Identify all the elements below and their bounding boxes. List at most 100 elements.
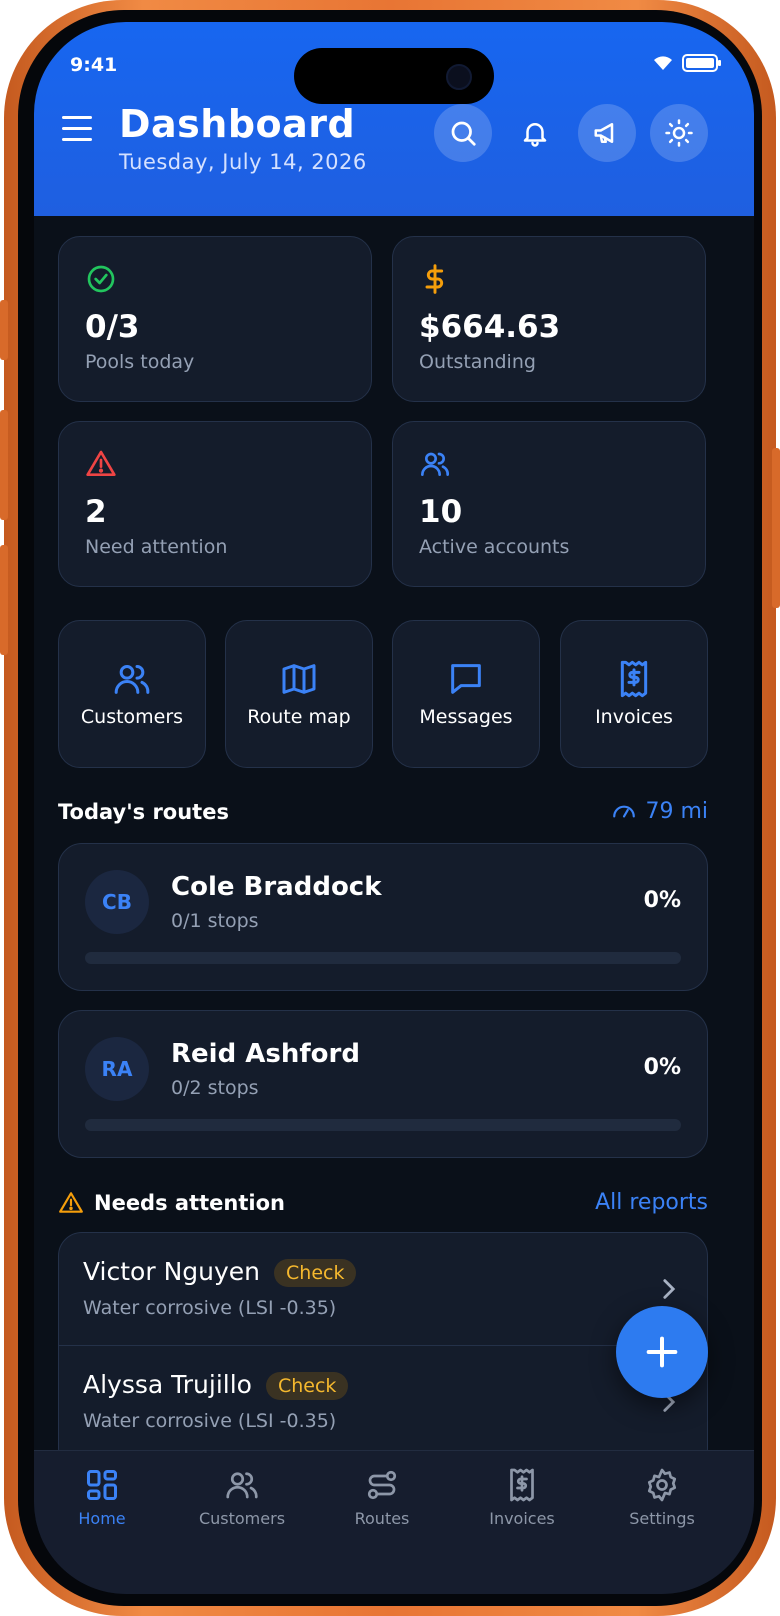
list-item[interactable]: Alyssa Trujillo Check Water corrosive (LS… bbox=[59, 1345, 707, 1457]
alert-triangle-icon bbox=[85, 448, 117, 484]
route-stops: 0/2 stops bbox=[171, 1077, 259, 1099]
stat-value: 0/3 bbox=[85, 309, 140, 345]
status-time: 9:41 bbox=[70, 54, 118, 76]
quick-action-invoices[interactable]: Invoices bbox=[560, 620, 708, 768]
stat-label: Need attention bbox=[85, 536, 228, 558]
route-progress-bar bbox=[85, 1119, 681, 1131]
add-button[interactable] bbox=[616, 1306, 708, 1398]
routes-distance-value: 79 mi bbox=[645, 798, 708, 824]
menu-line bbox=[62, 116, 92, 119]
tab-routes[interactable]: Routes bbox=[312, 1467, 452, 1528]
phone-power-button bbox=[772, 448, 780, 608]
app-header: 9:41 Dashboard Tuesday, July 14, 2026 bbox=[34, 22, 754, 216]
stat-label: Outstanding bbox=[419, 351, 536, 373]
tab-label: Home bbox=[78, 1509, 126, 1528]
stat-label: Active accounts bbox=[419, 536, 570, 558]
map-icon bbox=[282, 664, 316, 694]
users-icon bbox=[114, 665, 150, 694]
megaphone-icon bbox=[594, 123, 614, 143]
alert-triangle-icon bbox=[59, 1192, 83, 1213]
phone-side-button bbox=[0, 545, 8, 655]
routes-section-title: Today's routes bbox=[58, 800, 229, 824]
route-card[interactable]: RA Reid Ashford 0/2 stops 0% bbox=[58, 1010, 708, 1158]
chevron-right-icon bbox=[663, 1279, 676, 1299]
bell-icon bbox=[523, 123, 547, 147]
wifi-icon bbox=[654, 56, 672, 70]
attention-name-row: Alyssa Trujillo Check bbox=[83, 1370, 349, 1400]
all-reports-link[interactable]: All reports bbox=[595, 1190, 708, 1215]
attention-description: Water corrosive (LSI -0.35) bbox=[83, 1297, 337, 1319]
gear-icon bbox=[647, 1468, 677, 1502]
dollar-icon bbox=[419, 263, 451, 299]
users-icon bbox=[419, 448, 451, 484]
quick-action-route-map[interactable]: Route map bbox=[225, 620, 373, 768]
stat-label: Pools today bbox=[85, 351, 195, 373]
sun-icon bbox=[665, 119, 693, 147]
screen: 9:41 Dashboard Tuesday, July 14, 2026 0/… bbox=[34, 22, 754, 1594]
status-icons bbox=[652, 54, 722, 72]
stat-card-active-accounts[interactable]: 10 Active accounts bbox=[392, 421, 706, 587]
quick-action-label: Messages bbox=[419, 706, 513, 728]
menu-button[interactable] bbox=[62, 116, 96, 146]
page-title: Dashboard bbox=[119, 102, 356, 146]
quick-action-messages[interactable]: Messages bbox=[392, 620, 540, 768]
stat-value: $664.63 bbox=[419, 309, 561, 345]
phone-side-button bbox=[0, 300, 8, 360]
search-button[interactable] bbox=[434, 104, 492, 162]
invoice-icon bbox=[620, 660, 648, 698]
announcements-button[interactable] bbox=[578, 104, 636, 162]
route-stops: 0/1 stops bbox=[171, 910, 259, 932]
attention-description: Water corrosive (LSI -0.35) bbox=[83, 1410, 337, 1432]
stat-card-outstanding[interactable]: $664.63 Outstanding bbox=[392, 236, 706, 402]
routes-distance[interactable]: 79 mi bbox=[611, 798, 708, 824]
route-card[interactable]: CB Cole Braddock 0/1 stops 0% bbox=[58, 843, 708, 991]
tab-settings[interactable]: Settings bbox=[592, 1467, 732, 1528]
theme-toggle-button[interactable] bbox=[650, 104, 708, 162]
bottom-tab-bar: Home Customers Routes Invoices Settings bbox=[34, 1450, 754, 1594]
status-badge: Check bbox=[265, 1372, 349, 1400]
route-percent: 0% bbox=[643, 1055, 681, 1080]
plus-icon bbox=[646, 1336, 678, 1368]
attention-section-header: Needs attention bbox=[58, 1190, 285, 1216]
tab-label: Routes bbox=[354, 1509, 410, 1528]
tab-home[interactable]: Home bbox=[34, 1467, 172, 1528]
quick-action-label: Route map bbox=[247, 706, 351, 728]
invoice-icon bbox=[510, 1468, 534, 1502]
route-icon bbox=[367, 1470, 397, 1500]
quick-action-label: Customers bbox=[80, 706, 184, 728]
list-item[interactable]: Victor Nguyen Check Water corrosive (LSI … bbox=[59, 1233, 707, 1345]
route-progress-bar bbox=[85, 952, 681, 964]
grid-icon bbox=[87, 1470, 117, 1500]
quick-action-customers[interactable]: Customers bbox=[58, 620, 206, 768]
phone-side-button bbox=[0, 410, 8, 520]
route-percent: 0% bbox=[643, 888, 681, 913]
attention-section-title: Needs attention bbox=[94, 1191, 285, 1215]
search-icon bbox=[451, 121, 476, 146]
phone-frame: 9:41 Dashboard Tuesday, July 14, 2026 0/… bbox=[0, 0, 780, 1616]
stat-card-need-attention[interactable]: 2 Need attention bbox=[58, 421, 372, 587]
route-driver-name: Reid Ashford bbox=[171, 1039, 360, 1069]
menu-line bbox=[62, 138, 92, 141]
stat-card-pools-today[interactable]: 0/3 Pools today bbox=[58, 236, 372, 402]
page-date: Tuesday, July 14, 2026 bbox=[119, 150, 367, 174]
customer-name: Alyssa Trujillo bbox=[83, 1370, 252, 1399]
stat-value: 2 bbox=[85, 494, 107, 530]
tab-invoices[interactable]: Invoices bbox=[452, 1467, 592, 1528]
notifications-button[interactable] bbox=[506, 104, 564, 162]
tab-label: Invoices bbox=[489, 1509, 555, 1528]
attention-name-row: Victor Nguyen Check bbox=[83, 1257, 357, 1287]
message-icon bbox=[451, 664, 481, 694]
customer-name: Victor Nguyen bbox=[83, 1257, 261, 1286]
tab-label: Settings bbox=[629, 1509, 695, 1528]
tab-customers[interactable]: Customers bbox=[172, 1467, 312, 1528]
stat-value: 10 bbox=[419, 494, 463, 530]
battery-icon bbox=[682, 54, 721, 72]
check-circle-icon bbox=[85, 263, 117, 299]
menu-line bbox=[62, 127, 92, 130]
tab-label: Customers bbox=[198, 1509, 286, 1528]
route-driver-name: Cole Braddock bbox=[171, 872, 382, 902]
gauge-icon bbox=[613, 805, 636, 818]
avatar: RA bbox=[85, 1037, 149, 1101]
attention-list: Victor Nguyen Check Water corrosive (LSI … bbox=[58, 1232, 708, 1472]
users-icon bbox=[226, 1472, 258, 1499]
